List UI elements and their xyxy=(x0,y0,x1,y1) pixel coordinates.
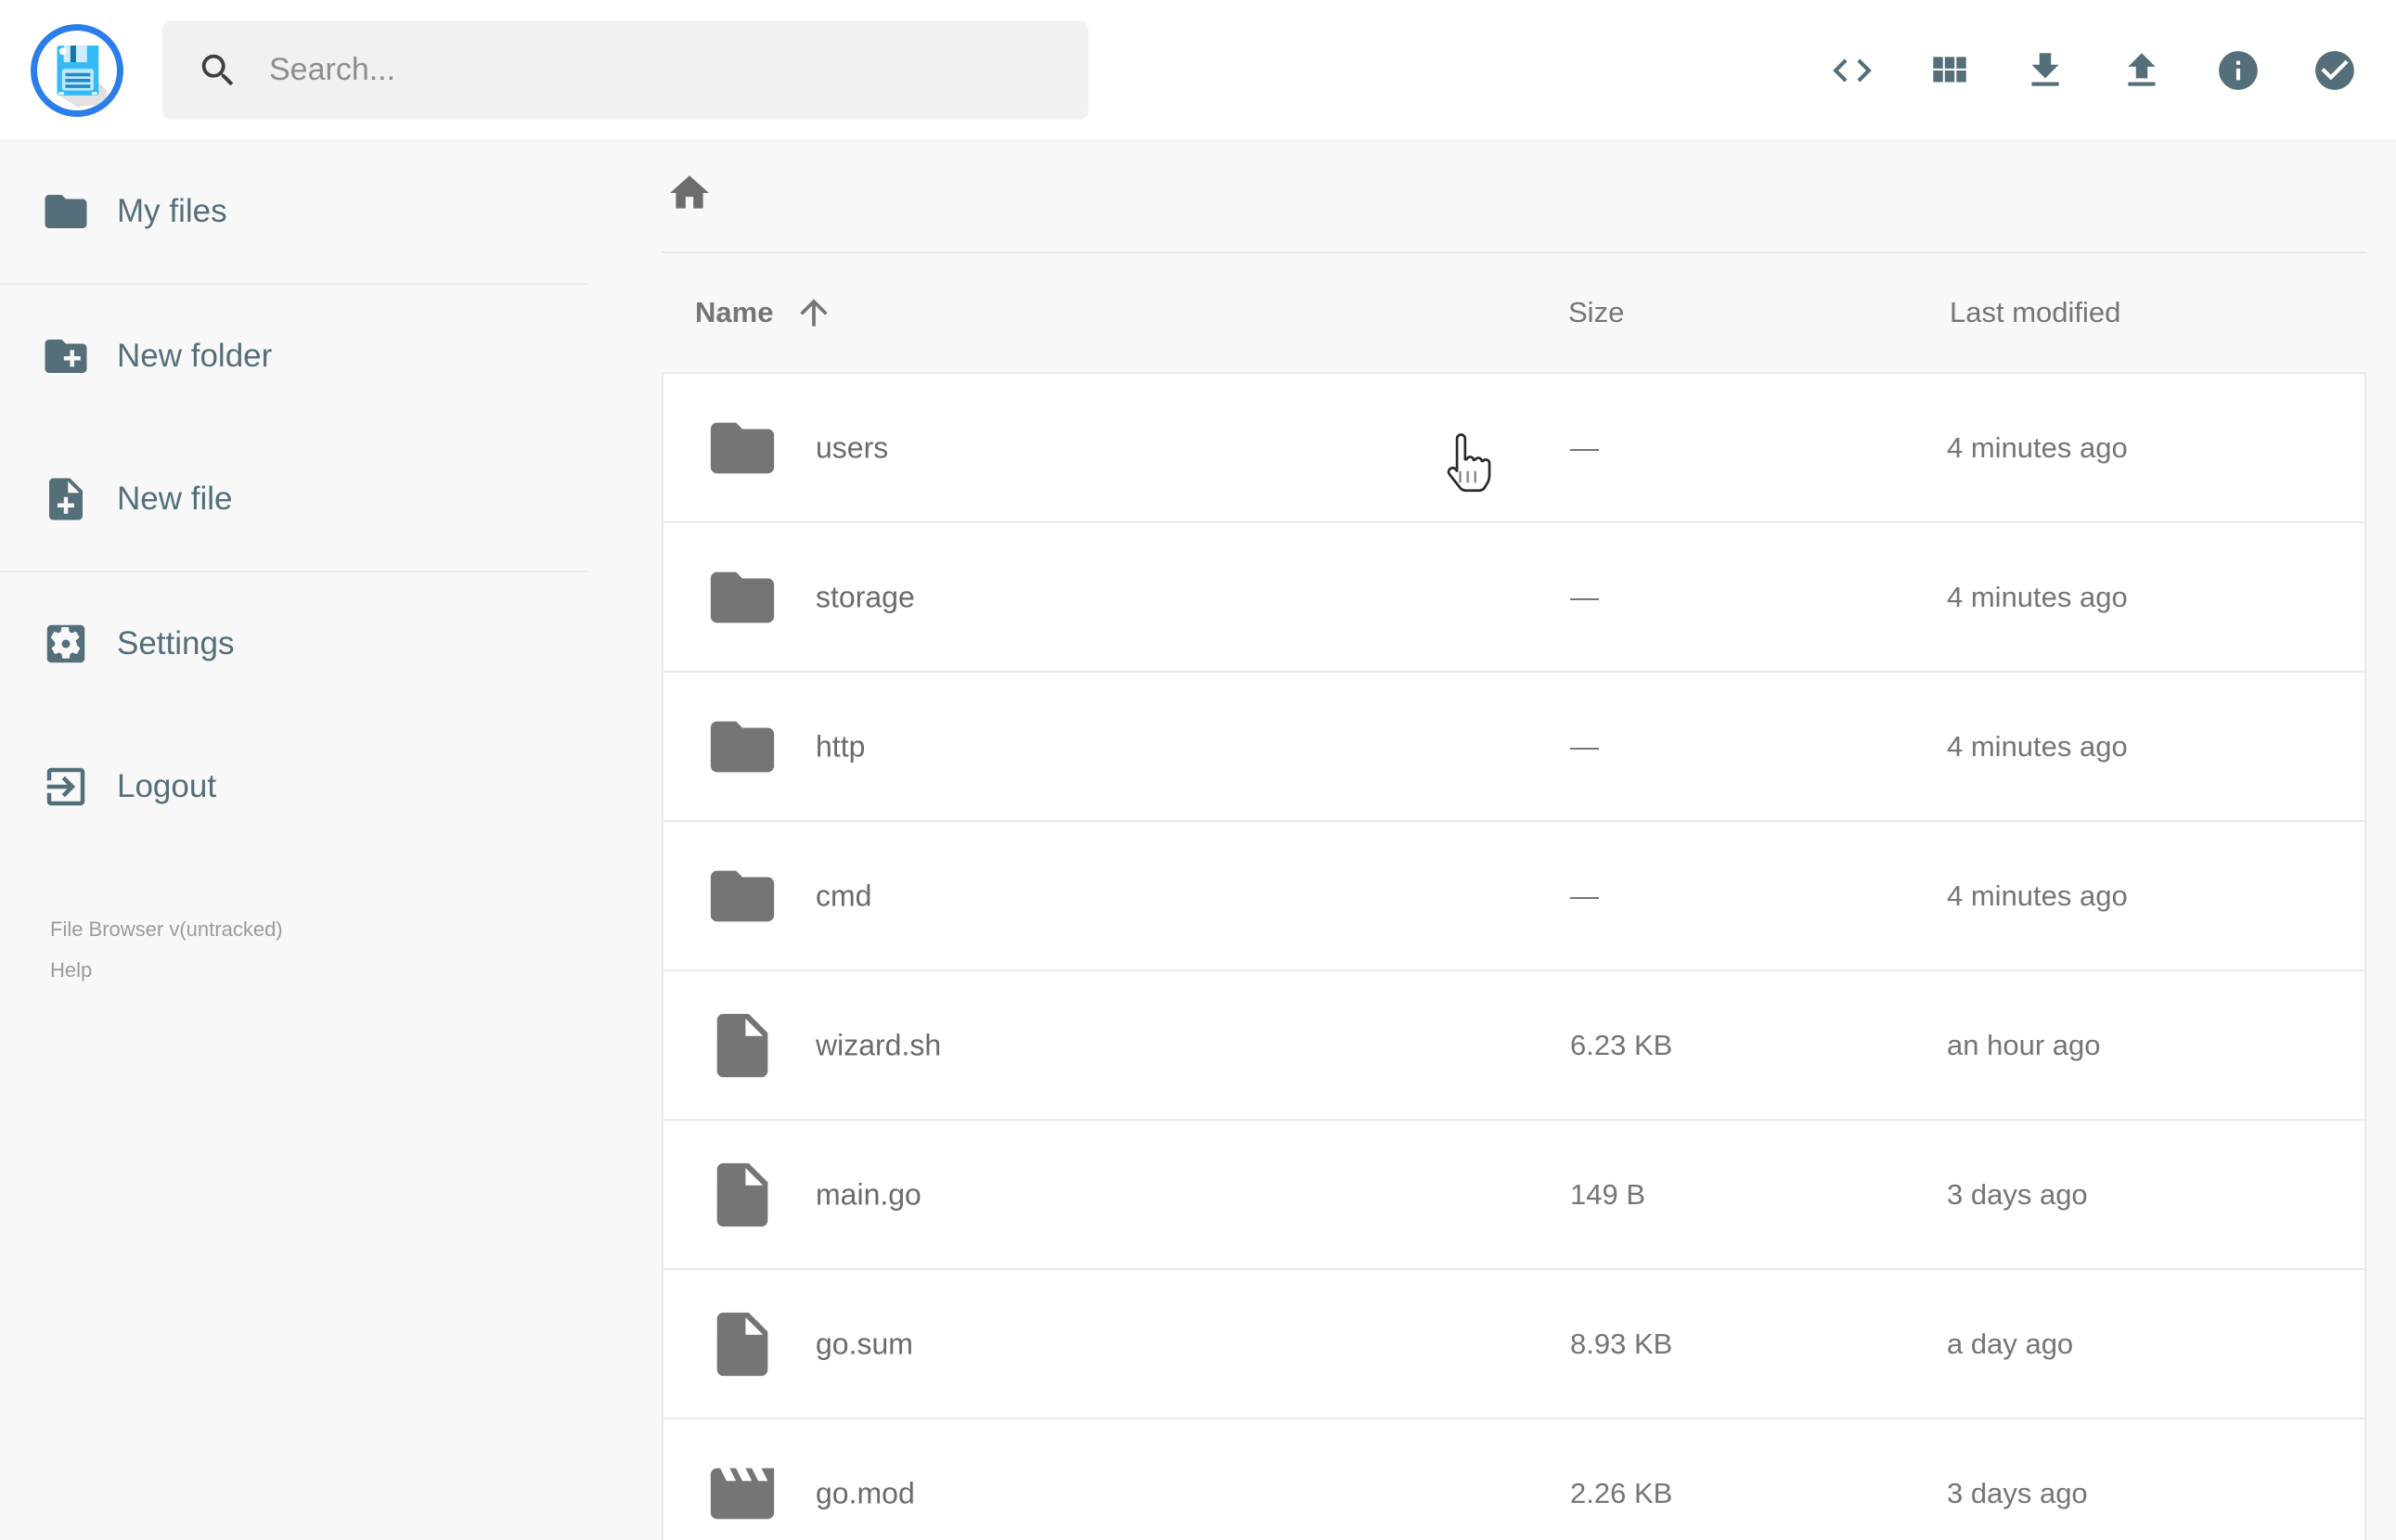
download-icon xyxy=(2022,47,2068,94)
sidebar-item-label: New folder xyxy=(117,338,273,374)
folder-icon xyxy=(704,709,780,785)
file-modified: 4 minutes ago xyxy=(1947,430,2128,464)
floppy-disk-icon xyxy=(37,31,117,110)
check-circle-icon xyxy=(2312,47,2358,94)
info-icon xyxy=(2215,47,2261,94)
search-bar[interactable] xyxy=(162,20,1089,120)
sort-by-name[interactable]: Name xyxy=(695,292,834,333)
sidebar-item-label: New file xyxy=(117,481,233,517)
file-size: — xyxy=(1570,430,1599,464)
info-button[interactable] xyxy=(2214,46,2262,95)
file-name: storage xyxy=(816,580,915,613)
app-version: File Browser v(untracked) xyxy=(50,918,283,941)
file-modified: 3 days ago xyxy=(1947,1177,2088,1211)
file-row-users[interactable]: users — 4 minutes ago xyxy=(662,372,2366,523)
sidebar-item-my-files[interactable]: My files xyxy=(0,140,587,283)
file-modified: 3 days ago xyxy=(1947,1476,2088,1509)
grid-view-icon xyxy=(1926,47,1972,94)
file-size: — xyxy=(1570,729,1599,763)
file-size: — xyxy=(1570,879,1599,912)
upload-icon xyxy=(2119,47,2165,94)
file-name: go.sum xyxy=(816,1327,913,1360)
file-icon xyxy=(704,1007,780,1084)
sidebar-item-label: Settings xyxy=(117,625,235,661)
file-browser-app: My files New folder New file xyxy=(0,0,2396,1540)
search-icon xyxy=(197,49,239,92)
select-multiple-button[interactable] xyxy=(2311,46,2359,95)
sidebar-item-label: Logout xyxy=(117,768,217,804)
new-folder-icon xyxy=(41,331,91,381)
file-row-http[interactable]: http — 4 minutes ago xyxy=(662,671,2366,822)
folder-icon xyxy=(704,410,780,486)
column-header-name: Name xyxy=(695,296,774,328)
sidebar-item-new-file[interactable]: New file xyxy=(0,428,587,571)
sidebar-item-settings[interactable]: Settings xyxy=(0,572,587,715)
file-size: 8.93 KB xyxy=(1570,1327,1673,1360)
file-size: 149 B xyxy=(1570,1177,1646,1211)
arrow-up-icon xyxy=(773,292,834,333)
folder-icon xyxy=(704,559,780,635)
breadcrumb xyxy=(662,140,2366,253)
sidebar-item-new-folder[interactable]: New folder xyxy=(0,285,587,428)
file-modified: 4 minutes ago xyxy=(1947,879,2128,912)
file-size: 2.26 KB xyxy=(1570,1476,1673,1509)
search-input[interactable] xyxy=(267,51,1032,89)
file-row-go.mod[interactable]: go.mod 2.26 KB 3 days ago xyxy=(662,1418,2366,1540)
file-name: wizard.sh xyxy=(816,1028,942,1061)
sort-by-modified[interactable]: Last modified xyxy=(1950,296,2120,329)
folder-icon xyxy=(704,858,780,934)
file-modified: a day ago xyxy=(1947,1327,2074,1360)
file-row-go.sum[interactable]: go.sum 8.93 KB a day ago xyxy=(662,1268,2366,1419)
file-rows: users — 4 minutes ago storage — 4 minute… xyxy=(662,372,2366,1540)
logout-icon xyxy=(41,762,91,812)
home-icon xyxy=(666,170,713,216)
file-listing: Name Size Last modified users — 4 minute… xyxy=(587,140,2396,1540)
download-button[interactable] xyxy=(2021,46,2069,95)
folder-icon xyxy=(41,186,91,237)
file-name: http xyxy=(816,729,866,763)
settings-icon xyxy=(41,619,91,669)
upload-button[interactable] xyxy=(2118,46,2166,95)
file-row-storage[interactable]: storage — 4 minutes ago xyxy=(662,521,2366,673)
listing-header: Name Size Last modified xyxy=(662,253,2366,372)
sort-by-size[interactable]: Size xyxy=(1568,296,1624,329)
toolbar-actions xyxy=(1828,46,2359,95)
code-icon xyxy=(1829,47,1875,94)
file-modified: 4 minutes ago xyxy=(1947,580,2128,613)
file-name: main.go xyxy=(816,1177,921,1211)
file-modified: an hour ago xyxy=(1947,1028,2101,1061)
help-link[interactable]: Help xyxy=(50,956,92,984)
file-name: users xyxy=(816,430,889,464)
file-size: — xyxy=(1570,580,1599,613)
breadcrumb-home-button[interactable] xyxy=(666,170,713,216)
file-icon xyxy=(704,1157,780,1233)
code-button[interactable] xyxy=(1828,46,1876,95)
movie-icon xyxy=(704,1456,780,1532)
file-row-wizard.sh[interactable]: wizard.sh 6.23 KB an hour ago xyxy=(662,969,2366,1121)
sidebar: My files New folder New file Settings Lo… xyxy=(0,140,587,1540)
file-row-main.go[interactable]: main.go 149 B 3 days ago xyxy=(662,1119,2366,1270)
file-name: go.mod xyxy=(816,1476,915,1509)
file-icon xyxy=(704,1306,780,1382)
sidebar-item-logout[interactable]: Logout xyxy=(0,715,587,858)
new-file-icon xyxy=(41,474,91,524)
sidebar-item-label: My files xyxy=(117,193,227,229)
sidebar-footer: File Browser v(untracked) Help xyxy=(50,916,283,984)
file-row-cmd[interactable]: cmd — 4 minutes ago xyxy=(662,820,2366,971)
app-logo[interactable] xyxy=(31,23,123,117)
grid-view-button[interactable] xyxy=(1925,46,1973,95)
file-name: cmd xyxy=(816,879,872,912)
file-modified: 4 minutes ago xyxy=(1947,729,2128,763)
file-size: 6.23 KB xyxy=(1570,1028,1673,1061)
top-bar xyxy=(0,0,2396,140)
